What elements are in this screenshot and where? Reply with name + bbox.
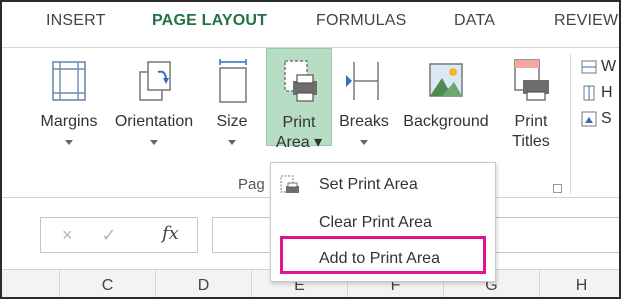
ribbon-tabs: INSERT PAGE LAYOUT FORMULAS DATA REVIEW bbox=[2, 2, 619, 48]
column-header-b[interactable] bbox=[2, 270, 60, 297]
margins-label: Margins bbox=[40, 113, 98, 130]
group-divider bbox=[570, 54, 571, 194]
width-icon bbox=[581, 60, 597, 74]
orientation-label: Orientation bbox=[114, 113, 194, 130]
height-option[interactable]: H bbox=[580, 80, 616, 106]
orientation-icon bbox=[139, 61, 171, 101]
cancel-icon[interactable]: × bbox=[62, 225, 73, 245]
scale-icon bbox=[581, 111, 597, 127]
width-option[interactable]: W bbox=[580, 54, 616, 80]
scale-option[interactable]: S bbox=[580, 106, 616, 132]
print-titles-label-line1: Print bbox=[514, 113, 548, 130]
tab-formulas[interactable]: FORMULAS bbox=[316, 12, 407, 30]
chevron-down-icon bbox=[228, 140, 236, 145]
column-header-h[interactable]: H bbox=[540, 270, 619, 297]
print-area-button[interactable]: Print Area ▾ bbox=[266, 48, 332, 151]
print-titles-label-line2: Titles bbox=[512, 133, 550, 150]
breaks-label: Breaks bbox=[339, 113, 389, 130]
print-area-label-line2: Area ▾ bbox=[275, 134, 323, 151]
insert-function-icon[interactable]: fx bbox=[162, 223, 179, 244]
height-icon bbox=[583, 85, 595, 101]
enter-icon[interactable]: ✓ bbox=[102, 225, 117, 245]
breaks-icon bbox=[346, 62, 379, 100]
margins-button[interactable]: Margins bbox=[36, 48, 102, 198]
print-area-icon bbox=[284, 60, 317, 102]
background-image-icon bbox=[429, 63, 463, 97]
print-titles-button[interactable]: Print Titles bbox=[504, 48, 558, 198]
size-label: Size bbox=[216, 113, 248, 130]
chevron-down-icon bbox=[65, 140, 73, 145]
print-titles-icon bbox=[514, 59, 549, 101]
tab-page-layout[interactable]: PAGE LAYOUT bbox=[152, 12, 267, 30]
set-print-area-label: Set Print Area bbox=[319, 176, 418, 193]
tab-insert[interactable]: INSERT bbox=[46, 12, 106, 30]
menu-item-set-print-area[interactable]: Set Print Area bbox=[271, 167, 495, 203]
print-area-label-line1: Print bbox=[282, 114, 316, 131]
column-header-d[interactable]: D bbox=[156, 270, 252, 297]
dialog-launcher-icon[interactable] bbox=[553, 184, 562, 193]
clear-print-area-label: Clear Print Area bbox=[319, 214, 432, 231]
chevron-down-icon bbox=[360, 140, 368, 145]
excel-window: INSERT PAGE LAYOUT FORMULAS DATA REVIEW … bbox=[0, 0, 621, 299]
annotation-highlight-box bbox=[280, 236, 486, 274]
column-header-c[interactable]: C bbox=[60, 270, 156, 297]
tab-data[interactable]: DATA bbox=[454, 12, 495, 30]
scale-to-fit-group: W H S bbox=[580, 54, 616, 132]
tab-review[interactable]: REVIEW bbox=[554, 12, 618, 30]
set-print-area-icon bbox=[280, 175, 299, 193]
size-icon bbox=[219, 59, 247, 103]
page-setup-group-label: Pag bbox=[238, 176, 265, 193]
background-label: Background bbox=[403, 113, 489, 130]
chevron-down-icon bbox=[150, 140, 158, 145]
orientation-button[interactable]: Orientation bbox=[106, 48, 202, 198]
margins-icon bbox=[52, 61, 86, 101]
formula-controls: × ✓ bbox=[62, 225, 117, 246]
